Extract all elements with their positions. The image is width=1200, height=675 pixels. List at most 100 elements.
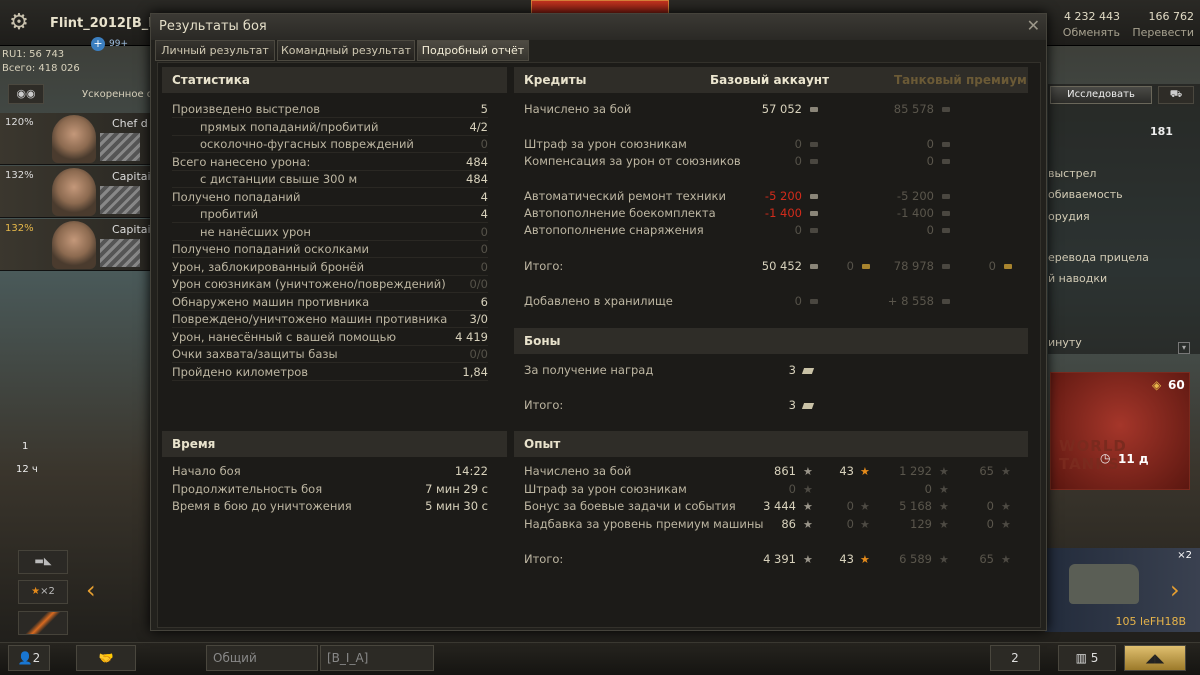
credit-icon <box>942 194 950 199</box>
stat-row: Получено попаданий осколками 0 <box>172 241 488 258</box>
garage-icon[interactable]: ⛟ <box>1158 86 1194 104</box>
credit-icon <box>810 194 818 199</box>
bond-label: За получение наград <box>524 363 654 377</box>
gold-exchange[interactable]: 4 232 443 Обменять <box>1054 10 1120 39</box>
plus-icon[interactable]: + <box>91 37 105 51</box>
credit-label: Начислено за бой <box>524 102 632 116</box>
credit-label: Автоматический ремонт техники <box>524 189 726 203</box>
stat-label: Очки захвата/защиты базы <box>172 347 338 361</box>
stat-label: прямых попаданий/пробитий <box>200 119 379 134</box>
xp-row: Начислено за бой 861 ★ 43 ★ 1 292 ★ 65 ★ <box>524 463 1024 480</box>
free-xp-transfer[interactable]: 166 762 Перевести <box>1130 10 1194 39</box>
xp-multiplier-button[interactable]: ★×2 <box>18 580 68 604</box>
star-icon: ★ <box>803 518 813 531</box>
credit-icon <box>942 299 950 304</box>
gold-icon <box>862 264 870 269</box>
param-line: инуту <box>1048 336 1082 349</box>
credit-icon <box>810 159 818 164</box>
carousel-right-icon[interactable]: › <box>1170 576 1180 604</box>
days-left: 11 д <box>1118 452 1149 466</box>
crew-member-2[interactable]: 132% Capitai <box>0 166 151 218</box>
crew-member-3[interactable]: 132% Capitai <box>0 219 151 271</box>
transfer-label: Перевести <box>1132 26 1194 39</box>
credit-base-value: -5 200 <box>764 189 802 203</box>
star-icon: ★ <box>939 483 949 496</box>
crew-member-1[interactable]: 120% Chef d <box>0 113 150 165</box>
credit-label: Итого: <box>524 259 564 273</box>
credit-premium-value: 78 978 <box>893 259 934 273</box>
tank-silhouette-icon <box>1069 564 1139 604</box>
research-button[interactable]: Исследовать <box>1050 86 1152 104</box>
chat-general-tab[interactable]: Общий <box>206 645 318 671</box>
notifications-button[interactable]: ◢◣ <box>1124 645 1186 671</box>
credit-row: Штраф за урон союзникам 0 0 <box>524 136 1024 153</box>
time-row: Начало боя 14:22 <box>172 463 488 480</box>
star-icon: ★ <box>803 553 813 566</box>
carousel-left-icon[interactable]: ‹ <box>86 576 96 604</box>
stat-row: пробитий 4 <box>172 206 488 223</box>
star-icon: ★ <box>803 465 813 478</box>
time-value: 5 мин 30 с <box>425 499 488 513</box>
stat-label: Произведено выстрелов <box>172 102 321 116</box>
tab-team[interactable]: Командный результат <box>277 40 415 61</box>
level-value: 181 <box>1150 125 1173 138</box>
accelerated-training-label[interactable]: Ускоренное об <box>82 89 159 100</box>
star-icon: ★ <box>860 465 870 478</box>
gold-base-value: 0 <box>846 259 854 273</box>
stat-row: Урон, заблокированный бронёй 0 <box>172 259 488 276</box>
stat-value: 0/0 <box>469 347 488 361</box>
xp-premium-value: 129 <box>910 517 932 531</box>
stat-label: осколочно-фугасных повреждений <box>200 137 414 151</box>
close-icon[interactable]: ✕ <box>1027 18 1040 34</box>
crew-toggle-icon[interactable]: ◉◉ <box>8 84 44 104</box>
exchange-label: Обменять <box>1062 26 1120 39</box>
handshake-icon[interactable]: 🤝 <box>76 645 136 671</box>
crew-name: Capitai <box>112 223 151 236</box>
star-icon: ★ <box>939 553 949 566</box>
stat-value: 0/0 <box>469 277 488 291</box>
count-badge: 1 <box>22 441 29 452</box>
gold-premium-value: 0 <box>988 259 996 273</box>
credit-premium-value: 0 <box>926 223 934 237</box>
credit-row: Добавлено в хранилище 0 + 8 558 <box>524 293 1024 310</box>
bottom-right-count[interactable]: 2 <box>990 645 1040 671</box>
xp-base-value: 0 <box>788 482 796 496</box>
xp-header: Опыт <box>514 431 1028 457</box>
stat-row: Произведено выстрелов 5 <box>172 101 488 118</box>
tab-detailed[interactable]: Подробный отчёт <box>417 40 529 61</box>
rank-stripe <box>100 186 140 214</box>
crew-portrait <box>52 168 96 216</box>
players-button[interactable]: 👤2 <box>8 645 50 671</box>
credit-label: Автопополнение снаряжения <box>524 223 704 237</box>
scroll-down-icon[interactable]: ▾ <box>1178 342 1190 354</box>
stat-row: Урон союзникам (уничтожено/повреждений) 0… <box>172 276 488 293</box>
credit-row: Автопополнение боекомплекта -1 400 -1 400 <box>524 205 1024 222</box>
xp-premium-value: 0 <box>924 482 932 496</box>
stripe-button[interactable] <box>18 611 68 635</box>
tank-filter-button[interactable]: ▬◣ <box>18 550 68 574</box>
credits-header: Кредиты Базовый аккаунт Танковый премиум <box>514 67 1028 93</box>
bond-value: 3 <box>788 398 796 412</box>
chat-clan-tab[interactable]: [B_I_A] <box>320 645 434 671</box>
stats-button[interactable]: ▥ 5 <box>1058 645 1116 671</box>
stat-value: 0 <box>480 259 488 274</box>
tab-personal[interactable]: Личный результат <box>155 40 275 61</box>
gear-icon[interactable]: ⚙ <box>4 8 34 38</box>
bonds-count: 60 <box>1168 378 1185 392</box>
credit-base-value: 50 452 <box>761 259 802 273</box>
stat-value: 4 <box>480 189 488 204</box>
time-label: Время в бою до уничтожения <box>172 499 352 513</box>
rating-stat: RU1: 56 743 <box>2 49 65 60</box>
free-xp-value: 166 762 <box>1148 10 1195 23</box>
credit-icon <box>942 264 950 269</box>
bond-row: За получение наград 3 <box>524 362 1024 379</box>
crew-pct: 132% <box>5 223 34 234</box>
bond-row: Итого: 3 <box>524 397 1024 414</box>
credit-label: Добавлено в хранилище <box>524 294 673 308</box>
rank-stripe <box>100 133 140 161</box>
xp-premium-free-value: 65 <box>979 464 994 478</box>
stat-value: 5 <box>480 102 488 116</box>
stat-value: 6 <box>480 294 488 309</box>
bond-icon <box>801 368 815 374</box>
crew-portrait <box>52 221 96 269</box>
